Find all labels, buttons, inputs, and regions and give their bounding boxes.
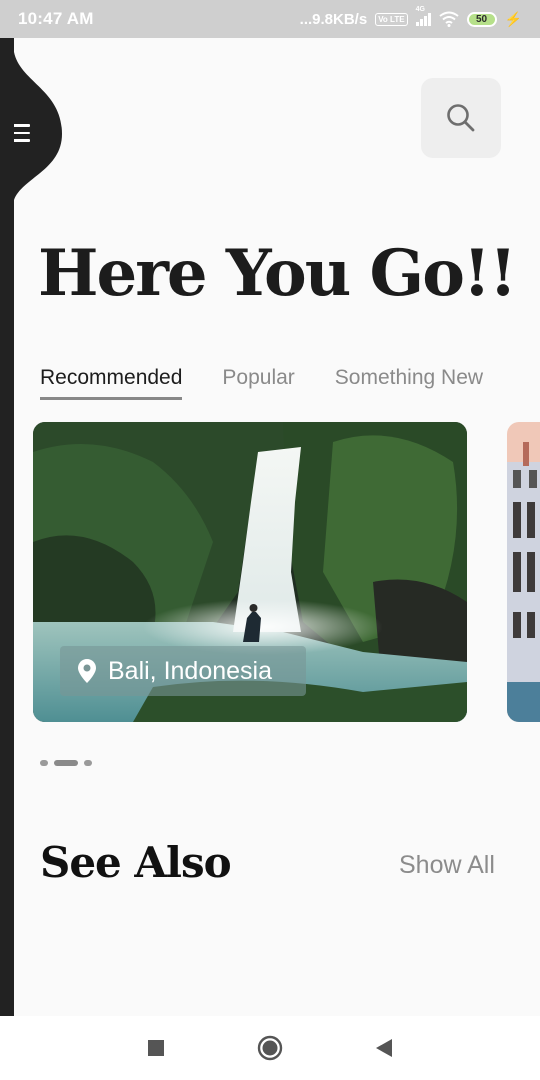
see-also-title: See Also: [40, 838, 232, 887]
status-bar: 10:47 AM ...9.8KB/s Vo LTE 4G 50 ⚡: [0, 0, 540, 38]
back-icon[interactable]: [375, 1038, 393, 1058]
category-tabs: Recommended Popular Something New: [40, 366, 483, 400]
carousel-dot-active[interactable]: [54, 760, 78, 766]
page-title: Here You Go!!: [38, 236, 517, 311]
tab-something-new[interactable]: Something New: [335, 366, 483, 400]
carousel-indicator: [40, 760, 92, 766]
tab-recommended[interactable]: Recommended: [40, 366, 183, 400]
network-speed: ...9.8KB/s: [299, 10, 368, 28]
search-button[interactable]: [421, 78, 501, 158]
status-time: 10:47 AM: [18, 9, 94, 28]
network-type: 4G: [415, 6, 425, 13]
wifi-icon: [438, 11, 459, 27]
carousel-dot[interactable]: [40, 760, 48, 766]
signal-icon: 4G: [415, 6, 431, 26]
tab-popular[interactable]: Popular: [222, 366, 294, 400]
home-icon[interactable]: [257, 1035, 283, 1061]
carousel-dot[interactable]: [84, 760, 92, 766]
recent-apps-icon[interactable]: [147, 1039, 165, 1057]
location-chip: Bali, Indonesia: [60, 646, 306, 696]
volte-icon: Vo LTE: [375, 12, 408, 26]
city-buildings-image: [507, 422, 540, 722]
charging-icon: ⚡: [504, 10, 522, 27]
system-nav-bar: [0, 1016, 540, 1080]
show-all-link[interactable]: Show All: [399, 851, 495, 880]
battery-level: 50: [476, 13, 488, 25]
hamburger-icon: [14, 124, 30, 144]
location-label: Bali, Indonesia: [108, 656, 273, 685]
status-icons: ...9.8KB/s Vo LTE 4G 50 ⚡: [299, 6, 522, 28]
destination-card-next[interactable]: [507, 422, 540, 722]
location-pin-icon: [78, 659, 96, 683]
destination-card[interactable]: Bali, Indonesia: [33, 422, 467, 722]
battery-icon: 50: [466, 11, 497, 27]
search-icon: [447, 104, 475, 132]
left-edge-strip: [0, 38, 14, 1016]
app-screen: Here You Go!! Recommended Popular Someth…: [14, 38, 540, 1016]
menu-button[interactable]: [14, 52, 80, 200]
